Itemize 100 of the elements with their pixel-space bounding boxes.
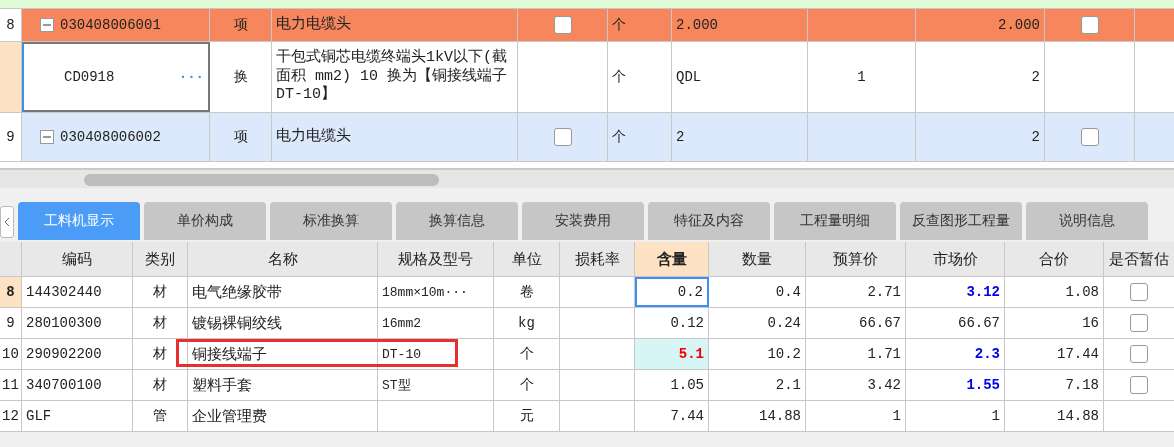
table-cell: 1 (857, 69, 866, 85)
row-number: 10 (2, 346, 19, 362)
table-cell: QDL (676, 69, 702, 85)
column-header[interactable]: 预算价 (833, 249, 878, 269)
row-number: 8 (6, 17, 15, 33)
table-cell: 个 (612, 68, 626, 86)
table-cell: 3.12 (966, 284, 1000, 300)
column-header[interactable]: 损耗率 (574, 249, 620, 269)
table-cell: 项 (233, 128, 248, 146)
table-row[interactable]: 9 280100300 材 镀锡裸铜绞线 16mm2 kg 0.12 0.24 66.67 66.67 16 (0, 308, 1174, 339)
table-cell: 1.55 (966, 377, 1000, 393)
table-cell-text: 电气绝缘胶带 (192, 283, 282, 302)
column-header[interactable]: 编码 (62, 249, 92, 269)
table-cell: 元 (519, 407, 534, 425)
collapse-icon[interactable] (40, 130, 54, 144)
tab[interactable]: 特征及内容 (648, 202, 770, 240)
checkbox[interactable] (553, 128, 572, 146)
row-number: 9 (6, 129, 15, 145)
table-cell: 换 (233, 68, 248, 86)
table-cell: 个 (519, 376, 534, 394)
table-cell: 卷 (519, 283, 534, 301)
table-cell: 0.2 (677, 284, 703, 300)
checkbox[interactable] (1080, 16, 1099, 34)
row-number: 11 (2, 377, 19, 393)
table-row[interactable]: 12 GLF 管 企业管理费 元 7.44 14.88 1 1 14.88 (0, 401, 1174, 432)
table-cell: 16 (1082, 315, 1099, 331)
table-cell: 10.2 (767, 346, 801, 362)
scroll-left-button[interactable] (0, 206, 14, 238)
tab[interactable]: 说明信息 (1026, 202, 1148, 240)
column-header[interactable]: 市场价 (932, 249, 978, 269)
table-cell: 管 (153, 407, 167, 425)
table-cell: 材 (153, 376, 167, 394)
table-cell: 14.88 (1057, 408, 1099, 424)
horizontal-scrollbar[interactable] (0, 169, 1174, 188)
table-cell-text: 镀锡裸铜绞线 (192, 314, 282, 333)
table-cell: 0.4 (775, 284, 801, 300)
table-cell: 2.71 (867, 284, 901, 300)
table-cell: 电力电缆头 (276, 15, 351, 35)
table-cell: 2.000 (998, 17, 1040, 33)
table-cell: 2 (1031, 129, 1040, 145)
table-cell: 材 (153, 283, 167, 301)
table-cell: 2.000 (676, 17, 718, 33)
table-cell: 1.08 (1065, 284, 1099, 300)
table-cell: 66.67 (859, 315, 901, 331)
table-cell: 340700100 (26, 377, 102, 393)
checkbox[interactable] (553, 16, 572, 34)
table-cell: 个 (612, 16, 626, 34)
table-cell: 0.12 (670, 315, 704, 331)
checkbox[interactable] (1080, 128, 1099, 146)
table-cell: 1.71 (867, 346, 901, 362)
tab[interactable]: 单价构成 (144, 202, 266, 240)
collapse-icon[interactable] (40, 18, 54, 32)
tab[interactable]: 工程量明细 (774, 202, 896, 240)
table-cell: 电力电缆头 (276, 127, 351, 147)
column-header[interactable]: 合价 (1039, 249, 1069, 269)
column-header[interactable]: 类别 (145, 249, 175, 269)
table-cell: 1 (892, 408, 901, 424)
column-header[interactable]: 是否暂估 (1109, 249, 1169, 269)
table-cell: 18mm×10m··· (382, 284, 468, 300)
table-cell-text: 企业管理费 (192, 407, 267, 426)
table-cell: 项 (233, 16, 248, 34)
table-cell: 17.44 (1057, 346, 1099, 362)
table-cell-text: ST型 (382, 377, 411, 394)
table-cell: 16mm2 (382, 315, 421, 331)
tab[interactable]: 安装费用 (522, 202, 644, 240)
checkbox[interactable] (1130, 314, 1148, 332)
table-cell: 66.67 (958, 315, 1000, 331)
table-cell: GLF (26, 408, 52, 424)
table-cell: 2 (676, 129, 685, 145)
table-row[interactable]: 8 030408006001 项 电力电缆头 个 2.000 2.000 (0, 9, 1174, 42)
code-text: CD0918 (64, 69, 115, 85)
column-header[interactable]: 数量 (742, 249, 772, 269)
table-row[interactable]: 11 340700100 材 塑料手套 ST型 个 1.05 2.1 3.42 1.55 7.18 (0, 370, 1174, 401)
tab[interactable]: 换算信息 (396, 202, 518, 240)
row-number: 9 (6, 315, 15, 331)
table-row[interactable]: 9 030408006002 项 电力电缆头 个 2 2 (0, 113, 1174, 162)
tab[interactable]: 标准换算 (270, 202, 392, 240)
table-cell: 7.18 (1065, 377, 1099, 393)
row-number: 12 (2, 408, 19, 424)
table-cell: 3.42 (867, 377, 901, 393)
table-cell: 14.88 (759, 408, 801, 424)
row-number: 8 (6, 284, 15, 300)
table-cell-text: 塑料手套 (192, 376, 252, 395)
table-cell: 2 (1031, 69, 1040, 85)
table-cell: 290902200 (26, 346, 102, 362)
table-cell: 2.3 (974, 346, 1000, 362)
tab[interactable]: 反查图形工程量 (900, 202, 1022, 240)
column-header[interactable]: 名称 (267, 249, 298, 269)
checkbox[interactable] (1130, 376, 1148, 394)
table-cell: 7.44 (670, 408, 704, 424)
column-header[interactable]: 规格及型号 (398, 249, 473, 269)
table-cell: 材 (153, 345, 167, 363)
column-header[interactable]: 单位 (511, 249, 542, 269)
checkbox[interactable] (1130, 283, 1148, 301)
checkbox[interactable] (1130, 345, 1148, 363)
table-row[interactable]: 8 144302440 材 电气绝缘胶带 18mm×10m··· 卷 0.2 0.4 2.71 3.12 1.08 (0, 277, 1174, 308)
table-row[interactable]: 10 290902200 材 铜接线端子 DT-10 个 5.1 10.2 1.71 2.3 17.44 (0, 339, 1174, 370)
table-cell-text: 铜接线端子 (192, 345, 267, 364)
table-cell: DT-10 (382, 346, 421, 362)
table-cell: 5.1 (678, 346, 704, 362)
